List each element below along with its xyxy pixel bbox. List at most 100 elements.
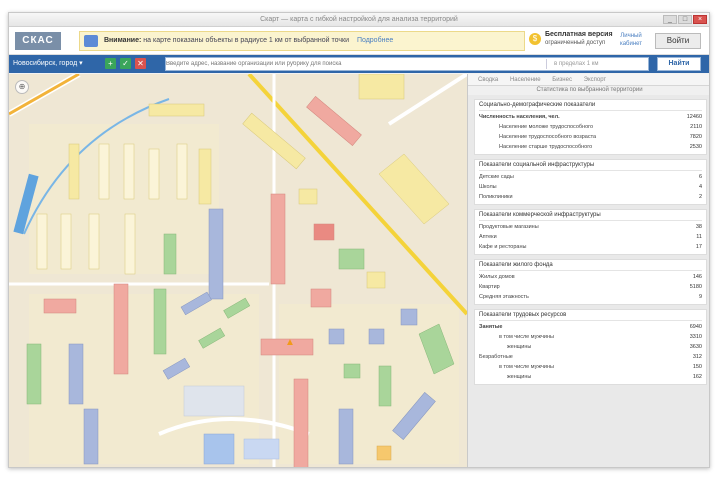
stats-row: Средняя этажность 9 xyxy=(479,292,702,302)
stats-row-value: 4 xyxy=(698,184,702,190)
building xyxy=(313,223,335,241)
building xyxy=(400,308,418,326)
info-icon xyxy=(84,35,98,47)
stats-row: Продуктовые магазины 38 xyxy=(479,222,702,232)
stats-row-label: Квартир xyxy=(479,284,500,290)
compass-icon[interactable]: ⊕ xyxy=(15,80,29,94)
building xyxy=(60,213,72,270)
notice-banner: Внимание: на карте показаны объекты в ра… xyxy=(79,31,525,51)
building xyxy=(378,365,392,407)
toolbar: Новосибирск, город ▾ + ✓ ✕ в пределах 1 … xyxy=(9,55,709,73)
stats-row-label: женщины xyxy=(507,374,532,380)
stats-row: Население старше трудоспособного 2530 xyxy=(479,142,702,152)
stats-row-label: Численность населения, чел. xyxy=(479,114,560,120)
stats-row: женщины 3630 xyxy=(479,342,702,352)
account-link[interactable]: Личный кабинет xyxy=(617,32,645,48)
login-button[interactable]: Войти xyxy=(655,33,701,49)
stats-card-title: Показатели трудовых ресурсов xyxy=(479,312,702,321)
building xyxy=(368,328,385,345)
stats-card-title: Социально-демографические показатели xyxy=(479,102,702,111)
stats-card: Социально-демографические показатели Числ… xyxy=(474,99,707,155)
stats-row: Население трудоспособного возраста 7820 xyxy=(479,132,702,142)
window-title: Скарт — карта с гибкой настройкой для ан… xyxy=(260,16,458,23)
stats-row-value: 38 xyxy=(695,224,702,230)
stats-row: в том числе мужчины 3310 xyxy=(479,332,702,342)
stats-row-label: Безработные xyxy=(479,354,513,360)
building xyxy=(298,188,318,205)
stats-row: Жилых домов 146 xyxy=(479,272,702,282)
minimize-button[interactable]: _ xyxy=(663,15,677,24)
building xyxy=(163,233,177,275)
location-pin-icon[interactable]: ▲ xyxy=(285,338,295,348)
stats-row-label: Население старше трудоспособного xyxy=(499,144,593,150)
clear-button[interactable]: ✕ xyxy=(135,58,146,69)
building xyxy=(43,298,77,314)
logo[interactable]: СКАС xyxy=(15,32,61,50)
building xyxy=(270,193,286,285)
stats-row: Кафе и рестораны 17 xyxy=(479,242,702,252)
find-button[interactable]: Найти xyxy=(657,57,701,71)
stats-row-label: Аптеки xyxy=(479,234,497,240)
stats-row-value: 17 xyxy=(695,244,702,250)
building xyxy=(113,283,129,375)
tab-export[interactable]: Экспорт xyxy=(584,77,607,83)
banner-text: на карте показаны объекты в радиусе 1 км… xyxy=(143,37,349,44)
building xyxy=(123,143,135,200)
stats-row-value: 3630 xyxy=(689,344,702,350)
building xyxy=(243,438,280,460)
building xyxy=(148,103,205,117)
close-button[interactable]: × xyxy=(693,15,707,24)
stats-row-value: 2 xyxy=(698,194,702,200)
stats-row-label: Продуктовые магазины xyxy=(479,224,539,230)
promo-title: Бесплатная версия xyxy=(545,31,613,38)
stats-row-value: 7820 xyxy=(689,134,702,140)
stats-panel: Сводка Население Бизнес Экспорт Статисти… xyxy=(467,74,709,467)
stats-row: Школы 4 xyxy=(479,182,702,192)
stats-row-label: Средняя этажность xyxy=(479,294,529,300)
search-filter[interactable]: в пределах 1 км xyxy=(554,58,599,70)
building xyxy=(176,143,188,200)
banner-lead: Внимание: xyxy=(104,37,142,44)
add-button[interactable]: + xyxy=(105,58,116,69)
stats-card-title: Показатели социальной инфраструктуры xyxy=(479,162,702,171)
app-window: Скарт — карта с гибкой настройкой для ан… xyxy=(8,12,710,468)
building xyxy=(98,143,110,200)
stats-row: женщины 162 xyxy=(479,372,702,382)
promo-subtitle: ограниченный доступ xyxy=(545,40,606,46)
maximize-button[interactable]: □ xyxy=(678,15,692,24)
building xyxy=(338,408,354,465)
building xyxy=(293,378,309,467)
coin-icon: $ xyxy=(529,33,541,45)
search-box: в пределах 1 км xyxy=(165,57,649,71)
stats-row-label: Население моложе трудоспособного xyxy=(499,124,594,130)
banner-link[interactable]: Подробнее xyxy=(357,37,393,44)
stats-row-value: 9 xyxy=(698,294,702,300)
stats-row-label: Кафе и рестораны xyxy=(479,244,527,250)
header: СКАС Внимание: на карте показаны объекты… xyxy=(9,27,709,55)
city-select[interactable]: Новосибирск, город ▾ xyxy=(13,58,101,70)
building xyxy=(310,288,332,308)
search-input[interactable] xyxy=(166,58,546,70)
stats-row: Квартир 5180 xyxy=(479,282,702,292)
stats-sections: Социально-демографические показатели Числ… xyxy=(468,99,709,385)
stats-row-label: Жилых домов xyxy=(479,274,515,280)
tab-summary[interactable]: Сводка xyxy=(478,77,498,83)
tab-population[interactable]: Население xyxy=(510,77,541,83)
stats-row-label: в том числе мужчины xyxy=(499,364,554,370)
apply-button[interactable]: ✓ xyxy=(120,58,131,69)
stats-row-value: 2530 xyxy=(689,144,702,150)
stats-row: в том числе мужчины 150 xyxy=(479,362,702,372)
map-view[interactable]: ⊕ ▲ xyxy=(9,74,467,468)
building xyxy=(124,213,136,275)
building xyxy=(338,248,365,270)
promo-block[interactable]: Бесплатная версия ограниченный доступ xyxy=(545,31,615,47)
map-canvas[interactable] xyxy=(9,74,467,468)
building xyxy=(328,328,345,345)
building xyxy=(148,148,160,200)
building xyxy=(376,445,392,461)
panel-subtitle: Статистика по выбранной территории xyxy=(468,86,709,95)
stats-row: Занятые 6940 xyxy=(479,322,702,332)
stats-row-value: 11 xyxy=(696,234,702,240)
stats-card: Показатели трудовых ресурсов Занятые 6940 в… xyxy=(474,309,707,385)
tab-business[interactable]: Бизнес xyxy=(552,77,572,83)
